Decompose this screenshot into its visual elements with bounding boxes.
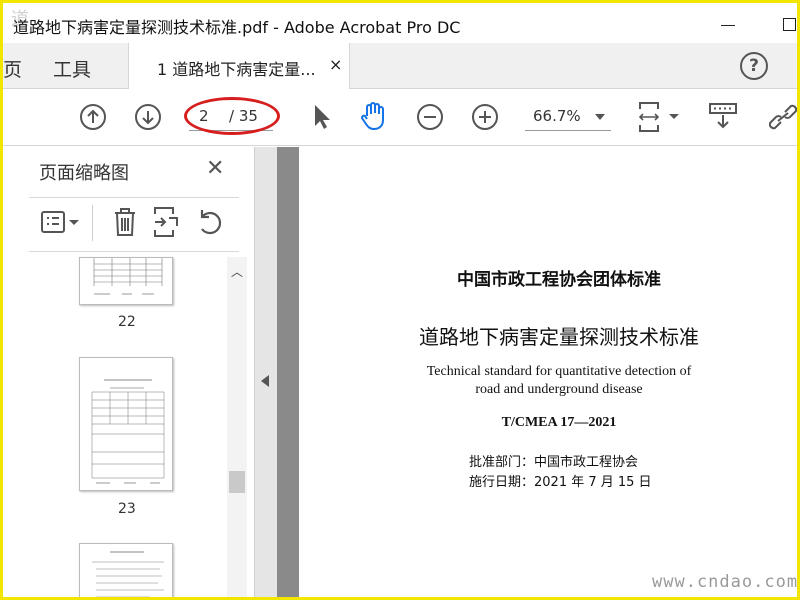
zoom-out-icon[interactable]: [416, 103, 444, 131]
thumbnails-scrollbar[interactable]: ︿: [227, 257, 247, 597]
page-preview: [93, 258, 163, 295]
scrollbar-thumb[interactable]: [229, 471, 245, 493]
panel-title: 页面缩略图: [39, 163, 129, 184]
window-title: 道路地下病害定量探测技术标准.pdf - Adobe Acrobat Pro D…: [13, 18, 461, 37]
chevron-down-icon: [595, 114, 605, 120]
select-cursor-icon[interactable]: [311, 102, 333, 132]
thumbnail-page-number: 22: [118, 314, 136, 330]
thumbnail-options-icon[interactable]: [39, 205, 85, 239]
site-watermark: www.cndao.com: [652, 572, 799, 592]
thumbnails-panel: 页面缩略图 ✕ ︿ 22 23: [3, 147, 255, 600]
help-icon[interactable]: ?: [740, 52, 768, 80]
maximize-icon[interactable]: [783, 18, 796, 31]
document-gutter: [277, 147, 299, 597]
scroll-up-icon[interactable]: ︿: [231, 263, 243, 280]
link-icon[interactable]: [769, 102, 797, 132]
collapse-arrow-icon[interactable]: [261, 375, 269, 387]
previous-page-icon[interactable]: [79, 103, 107, 131]
panel-collapse-bar[interactable]: [255, 147, 277, 597]
rotate-page-icon[interactable]: [193, 205, 225, 239]
zoom-in-icon[interactable]: [471, 103, 499, 131]
thumbnail-page-number: 23: [118, 501, 136, 517]
toolbar-separator: [92, 205, 93, 241]
next-page-icon[interactable]: [134, 103, 162, 131]
doc-approver: 批准部门：中国市政工程协会: [469, 455, 639, 470]
doc-effective-date: 施行日期：2021 年 7 月 15 日: [469, 475, 652, 490]
tab-close-icon[interactable]: ×: [329, 55, 342, 74]
doc-english-title: Technical standard for quantitative dete…: [299, 363, 800, 399]
tab-home[interactable]: 页: [3, 55, 22, 82]
doc-org-title: 中国市政工程协会团体标准: [457, 270, 661, 290]
tab-document[interactable]: 1 道路地下病害定量... ×: [128, 43, 350, 89]
panel-divider: [29, 197, 239, 198]
hand-tool-icon[interactable]: [359, 100, 389, 132]
doc-standard-code: T/CMEA 17—2021: [501, 415, 617, 430]
page-preview: [91, 379, 165, 484]
tab-document-label: 1 道路地下病害定量...: [157, 60, 316, 79]
title-bar: 道 道路地下病害定量探测技术标准.pdf - Adobe Acrobat Pro…: [3, 3, 797, 43]
scrolling-mode-icon[interactable]: [707, 101, 739, 133]
doc-main-title: 道路地下病害定量探测技术标准: [419, 325, 699, 349]
fit-page-icon[interactable]: [637, 100, 683, 134]
panel-close-icon[interactable]: ✕: [206, 156, 224, 181]
minimize-icon[interactable]: [721, 25, 735, 26]
thumbnail-page-22[interactable]: [79, 257, 173, 305]
thumbnail-page-23[interactable]: [79, 357, 173, 491]
doc-english-line-2: road and underground disease: [475, 382, 643, 397]
highlight-ring: [184, 97, 280, 135]
thumbnail-page-24[interactable]: [79, 543, 173, 600]
toolbar: 2 / 35 66.7%: [3, 90, 797, 146]
tab-bar: 页 工具 1 道路地下病害定量... × ?: [3, 43, 797, 89]
tab-tools[interactable]: 工具: [53, 55, 91, 82]
delete-page-icon[interactable]: [110, 205, 140, 239]
panel-divider: [29, 251, 239, 252]
page-preview: [92, 551, 164, 598]
extract-page-icon[interactable]: [151, 205, 183, 239]
zoom-select[interactable]: 66.7%: [525, 103, 611, 131]
doc-english-line-1: Technical standard for quantitative dete…: [426, 364, 692, 379]
document-page: 中国市政工程协会团体标准 道路地下病害定量探测技术标准 Technical st…: [299, 147, 797, 597]
zoom-value: 66.7%: [533, 107, 581, 125]
